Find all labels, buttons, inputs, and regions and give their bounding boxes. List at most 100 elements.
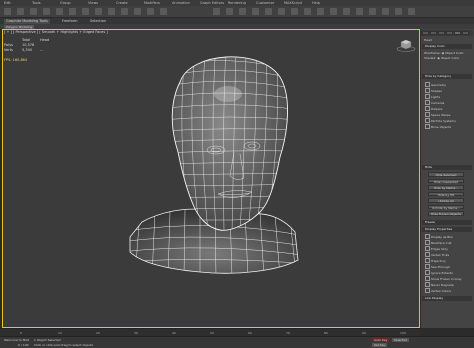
fps-readout: FPS: 160.864 [4,58,28,62]
auto-key-button[interactable]: Auto Key [372,338,390,342]
percent-snap-icon[interactable] [252,8,259,15]
named-sel-icon[interactable] [278,8,285,15]
snap-icon[interactable] [226,8,233,15]
reference-coord-icon[interactable] [160,8,167,15]
select-by-name-icon[interactable] [82,8,89,15]
hide-category-checkbox[interactable]: Particle Systems [425,118,456,123]
layers-icon[interactable] [317,8,324,15]
align-icon[interactable] [304,8,311,15]
rollout-display-properties[interactable]: Display Properties [422,227,472,232]
hide-category-checkbox[interactable]: Helpers [425,106,442,111]
display-property-checkbox[interactable]: Display as Box [425,234,453,239]
menu-item-8[interactable]: Rendering [228,1,246,5]
region-icon[interactable] [95,8,102,15]
hide-button[interactable]: Unhide by Name... [428,204,464,209]
modify-tab-icon[interactable] [430,30,437,35]
display-property-checkbox[interactable]: Ignore Extents [425,270,453,275]
rendered-frame-icon[interactable] [395,8,402,15]
utilities-tab-icon[interactable] [462,30,469,35]
scale-icon[interactable] [147,8,154,15]
rollout-freeze[interactable]: Freeze [422,220,472,225]
timeline-tick-label: 40 [172,331,176,335]
head-wireframe-model[interactable] [120,42,320,282]
timeline-tick-label: 80 [324,331,328,335]
viewport-label[interactable]: [ + ] [ Perspective ] [ Smooth + Highlig… [4,30,108,34]
ribbon-tab-selection[interactable]: Selection [88,19,108,24]
hide-button[interactable]: Hide Frozen Objects [428,211,464,216]
menu-item-3[interactable]: Views [88,1,98,5]
rotate-icon[interactable] [134,8,141,15]
render-setup-icon[interactable] [382,8,389,15]
timeline-tick-label: 50 [210,331,214,335]
menu-item-5[interactable]: Modifiers [144,1,160,5]
ribbon-tab-freeform[interactable]: Freeform [60,19,80,24]
unlink-icon[interactable] [43,8,50,15]
window-crossing-icon[interactable] [108,8,115,15]
menu-item-6[interactable]: Animation [172,1,190,5]
hide-button[interactable]: Hide Selected [428,172,464,177]
motion-tab-icon[interactable] [446,30,453,35]
redo-icon[interactable] [17,8,24,15]
display-property-checkbox[interactable]: Never Degrade [425,282,454,287]
hide-category-checkbox[interactable]: Shapes [425,88,442,93]
hide-category-checkbox[interactable]: Bone Objects [425,124,451,129]
bind-icon[interactable] [56,8,63,15]
select-icon[interactable] [69,8,76,15]
curve-editor-icon[interactable] [343,8,350,15]
timeline-track[interactable]: 0 10 20 30 40 50 60 70 80 90 100 [0,328,420,336]
hide-button[interactable]: Hide by Name... [428,185,464,190]
key-filter-select[interactable]: Selected [392,338,410,342]
display-property-checkbox[interactable]: Backface Cull [425,240,451,245]
rollout-display-color[interactable]: Display Color [422,44,472,49]
hide-button[interactable]: Hide by Hit [428,191,464,196]
viewport-statistics: Total Head Polys 10,578 Verts 5,300... [4,38,50,52]
display-property-checkbox[interactable]: Edges Only [425,246,448,251]
rollout-link-display[interactable]: Link Display [422,296,472,301]
hide-category-checkbox[interactable]: Lights [425,94,440,99]
hide-button[interactable]: Unhide All [428,198,464,203]
schematic-icon[interactable] [356,8,363,15]
hierarchy-tab-icon[interactable] [438,30,445,35]
timeline-tick-label: 100 [400,331,406,335]
menu-item-4[interactable]: Create [116,1,128,5]
spinner-snap-icon[interactable] [265,8,272,15]
viewcube-icon[interactable] [396,38,416,52]
menu-item-9[interactable]: Customize [256,1,274,5]
menu-item-10[interactable]: MAXScript [284,1,302,5]
render-icon[interactable] [408,8,415,15]
hide-button[interactable]: Hide Unselected [428,178,464,183]
link-icon[interactable] [30,8,37,15]
create-tab-icon[interactable] [422,30,429,35]
hide-category-checkbox[interactable]: Space Warps [425,112,450,117]
selection-status: 1 Object Selected [34,338,61,342]
rollout-hide[interactable]: Hide [422,165,472,170]
menu-item-0[interactable]: Edit [4,1,11,5]
menu-item-11[interactable]: Help [312,1,320,5]
material-editor-icon[interactable] [369,8,376,15]
hide-category-checkbox[interactable]: Geometry [425,82,446,87]
move-icon[interactable] [121,8,128,15]
timeline-tick-label: 0 [20,331,22,335]
display-property-checkbox[interactable]: Vertex Colors [425,288,451,293]
ribbon-tab-graphite[interactable]: Graphite Modeling Tools [4,18,51,24]
display-tab-icon[interactable] [454,30,461,35]
set-key-button[interactable]: Set Key [372,343,388,347]
mirror-icon[interactable] [291,8,298,15]
menu-item-1[interactable]: Tools [32,1,41,5]
display-property-checkbox[interactable]: Vertex Ticks [425,252,449,257]
graphite-icon[interactable] [330,8,337,15]
undo-icon[interactable] [4,8,11,15]
ribbon-subtitle[interactable]: Polygon Modeling [4,24,35,29]
rollout-hide-by-category[interactable]: Hide by Category [422,74,472,79]
object-name: Head [424,38,432,42]
status-bar: Welcome to MAX 1 Object Selected Click o… [0,336,474,348]
angle-snap-icon[interactable] [239,8,246,15]
menu-item-7[interactable]: Graph Editors [200,1,224,5]
menu-item-2[interactable]: Group [60,1,71,5]
pivot-icon[interactable] [213,8,220,15]
display-property-checkbox[interactable]: See-Through [425,264,450,269]
stats-label-verts: Verts [4,48,13,52]
display-property-checkbox[interactable]: Show Frozen in Gray [425,276,462,281]
display-property-checkbox[interactable]: Trajectory [425,258,446,263]
hide-category-checkbox[interactable]: Cameras [425,100,444,105]
